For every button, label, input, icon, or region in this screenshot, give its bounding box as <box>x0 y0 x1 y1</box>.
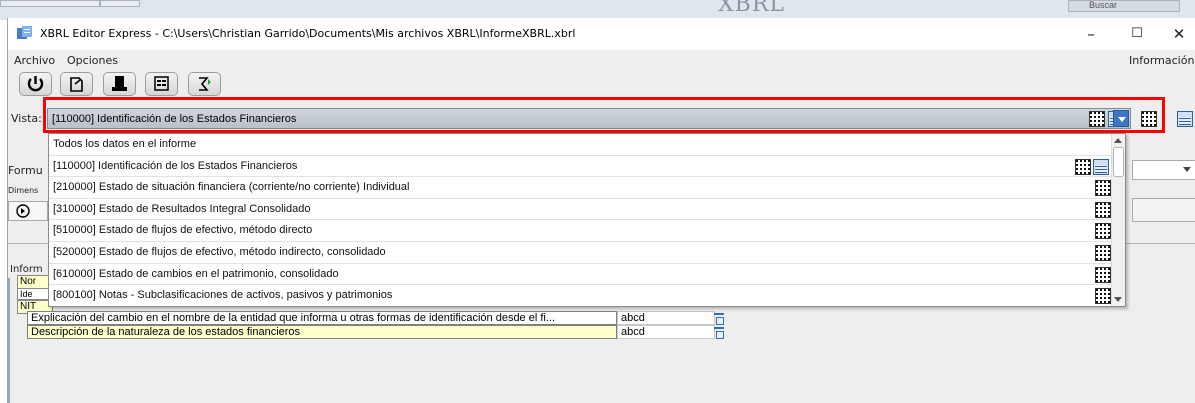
option-label: [510000] Estado de flujos de efectivo, m… <box>53 224 313 237</box>
scroll-down-icon[interactable] <box>1114 297 1122 302</box>
print-icon <box>112 76 127 91</box>
table-row[interactable]: Explicación del cambio en el nombre de l… <box>8 311 728 325</box>
dimension-panel-right <box>1132 198 1195 222</box>
option-label: [520000] Estado de flujos de efectivo, m… <box>53 246 386 258</box>
dropdown-option[interactable]: [610000] Estado de cambios en el patrimo… <box>49 264 1111 286</box>
option-label: Todos los datos en el informe <box>53 138 197 150</box>
export-icon <box>70 77 83 92</box>
table-view-icon[interactable] <box>1095 245 1111 261</box>
scroll-thumb[interactable] <box>1113 147 1124 177</box>
dimension-nav-button[interactable] <box>8 201 48 221</box>
minimize-button[interactable]: – <box>1068 18 1114 50</box>
title-bar: XBRL Editor Express - C:\Users\Christian… <box>8 18 1195 50</box>
export-button[interactable] <box>60 72 93 96</box>
sigma-button[interactable] <box>188 72 221 96</box>
print-button[interactable] <box>103 72 136 96</box>
window-title: XBRL Editor Express - C:\Users\Christian… <box>40 27 576 40</box>
menu-opciones[interactable]: Opciones <box>67 54 118 67</box>
vista-dropdown-list[interactable]: Todos los datos en el informe [110000] I… <box>48 133 1126 307</box>
vista-label: Vista: <box>11 112 42 125</box>
formula-label: Formu <box>8 164 43 177</box>
close-button[interactable]: ✕ <box>1156 18 1195 50</box>
power-button[interactable] <box>19 72 52 96</box>
highlight-box <box>43 97 1165 133</box>
background-window-strip: XBRL Buscar <box>0 0 1195 20</box>
option-label: [800100] Notas - Subclasificaciones de a… <box>53 289 393 302</box>
table-view-icon[interactable] <box>1095 201 1111 218</box>
app-icon <box>17 26 32 39</box>
option-label: [310000] Estado de Resultados Integral C… <box>53 202 311 215</box>
left-border <box>8 278 10 403</box>
dropdown-option[interactable]: [310000] Estado de Resultados Integral C… <box>49 199 1111 221</box>
dropdown-option[interactable]: [800100] Notas - Subclasificaciones de a… <box>49 285 1111 307</box>
dropdown-option[interactable]: [520000] Estado de flujos de efectivo, m… <box>49 242 1111 264</box>
scroll-up-icon[interactable] <box>1114 138 1122 143</box>
sigma-icon <box>199 77 211 91</box>
table-view-icon[interactable] <box>1095 288 1111 305</box>
dropdown-option[interactable]: [210000] Estado de situación financiera … <box>49 177 1111 199</box>
dropdown-option[interactable]: [510000] Estado de flujos de efectivo, m… <box>49 220 1111 242</box>
background-tab <box>100 0 140 7</box>
informe-label: Inform <box>10 264 43 275</box>
dropdown-option[interactable]: [110000] Identificación de los Estados F… <box>49 156 1111 178</box>
table-view-icon[interactable] <box>1095 223 1111 240</box>
form-view-icon <box>154 76 169 91</box>
edit-icon[interactable] <box>713 311 725 325</box>
form-view-icon[interactable] <box>1093 158 1109 175</box>
table-row[interactable]: Descripción de la naturaleza de los esta… <box>8 325 728 339</box>
toolbar <box>8 72 1195 98</box>
background-text: XBRL <box>718 0 786 17</box>
maximize-button[interactable]: ☐ <box>1114 18 1160 50</box>
row-label: Descripción de la naturaleza de los esta… <box>27 325 617 339</box>
option-label: [110000] Identificación de los Estados F… <box>53 159 298 172</box>
menu-bar: Archivo Opciones Información <box>8 50 1195 72</box>
table-view-icon[interactable] <box>1075 158 1091 175</box>
background-search-button: Buscar <box>1068 0 1180 12</box>
edit-icon[interactable] <box>713 325 725 339</box>
option-label: [210000] Estado de situación financiera … <box>53 181 410 194</box>
formula-combobox[interactable] <box>1132 160 1195 180</box>
dropdown-option[interactable]: Todos los datos en el informe <box>49 134 1111 156</box>
power-icon <box>27 76 44 92</box>
row-value[interactable]: abcd <box>617 311 715 325</box>
background-tab <box>0 0 100 7</box>
menu-informacion[interactable]: Información <box>1129 54 1194 67</box>
table-view-icon[interactable] <box>1095 266 1111 283</box>
table-view-icon[interactable] <box>1095 180 1111 197</box>
menu-archivo[interactable]: Archivo <box>14 54 55 67</box>
dropdown-scrollbar[interactable] <box>1111 134 1125 306</box>
chevron-down-icon[interactable] <box>1183 167 1191 172</box>
form-view-icon[interactable] <box>1177 111 1193 127</box>
dimension-label: Dimens <box>8 186 39 195</box>
row-value[interactable]: abcd <box>617 325 715 339</box>
arrow-circle-icon <box>16 204 30 218</box>
row-label: Explicación del cambio en el nombre de l… <box>27 311 617 325</box>
form-view-button[interactable] <box>145 72 178 96</box>
option-label: [610000] Estado de cambios en el patrimo… <box>53 267 339 280</box>
